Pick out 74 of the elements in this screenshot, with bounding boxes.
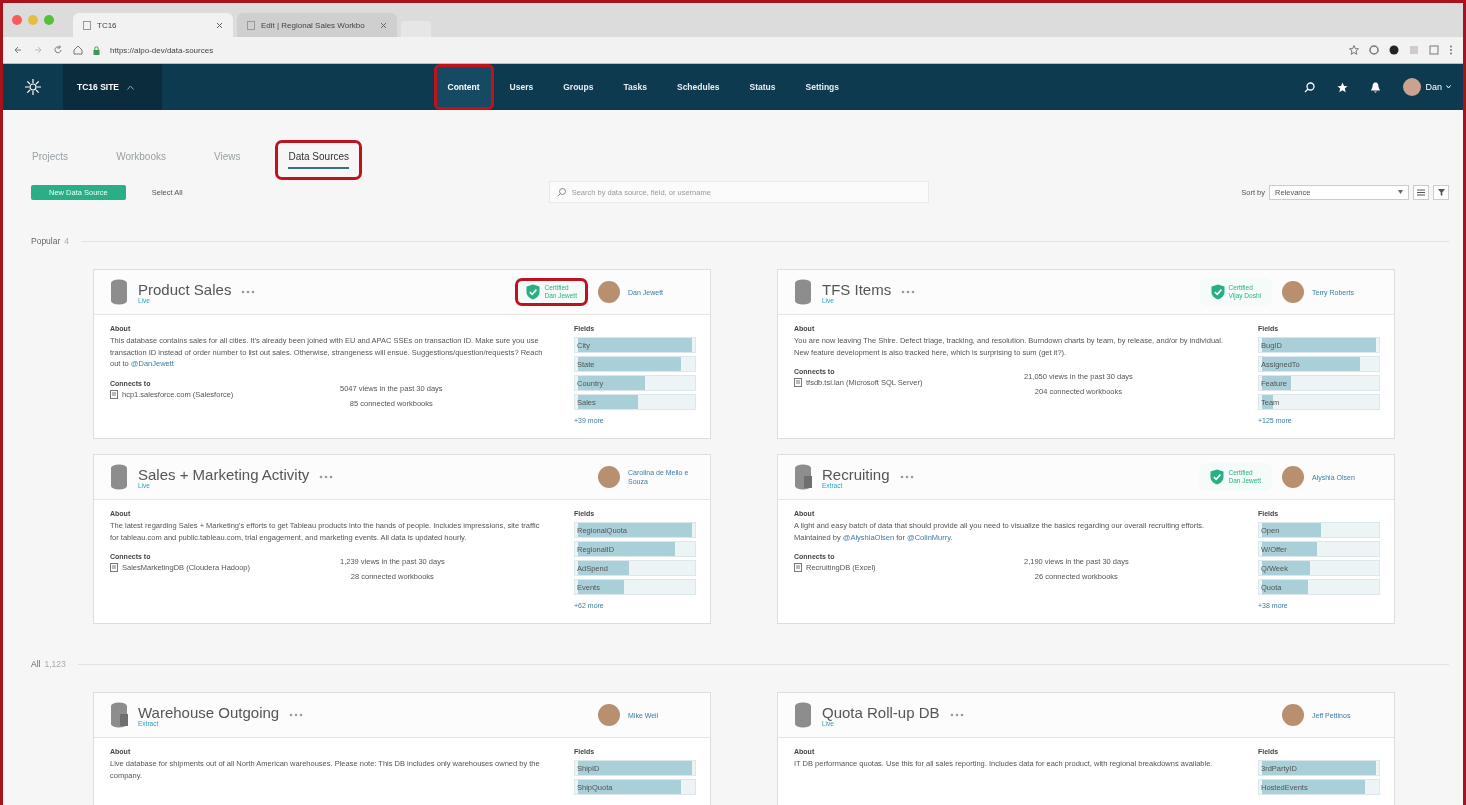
avatar-placeholder <box>1282 704 1304 726</box>
shield-check-icon <box>526 284 541 300</box>
shield-check-icon <box>1210 469 1225 485</box>
file-icon <box>110 563 118 572</box>
menu-icon[interactable] <box>1449 45 1453 55</box>
filter-icon <box>1437 188 1445 196</box>
section-count: 1,123 <box>44 659 66 669</box>
database-extract-icon <box>794 464 812 490</box>
avatar-placeholder <box>1403 78 1422 96</box>
data-source-name[interactable]: Product Sales <box>138 280 232 298</box>
nav-tab[interactable]: Schedules <box>662 64 734 110</box>
nav-tab[interactable]: Status <box>735 64 790 110</box>
file-icon <box>794 378 802 387</box>
more-options-icon[interactable] <box>289 713 304 717</box>
more-options-icon[interactable] <box>241 290 256 294</box>
list-icon <box>1417 188 1425 196</box>
more-options-icon[interactable] <box>899 475 914 479</box>
database-icon <box>794 702 812 728</box>
database-icon <box>110 279 128 305</box>
caret-icon <box>127 84 135 90</box>
browser-tab[interactable]: Edit | Regional Sales Workbo <box>237 13 397 37</box>
window-controls-icon[interactable] <box>11 14 55 26</box>
page-icon <box>83 20 91 30</box>
database-icon <box>110 464 128 490</box>
nav-tab[interactable]: Settings <box>791 64 853 110</box>
avatar-placeholder <box>1282 466 1304 488</box>
user-menu[interactable]: Dan <box>1403 78 1451 96</box>
star-icon[interactable] <box>1349 45 1359 55</box>
data-source-name[interactable]: TFS Items <box>822 280 892 298</box>
file-icon <box>110 389 118 399</box>
bell-icon[interactable] <box>1370 81 1382 93</box>
section-title: All <box>31 659 41 669</box>
avatar-placeholder <box>598 466 620 488</box>
data-source-name[interactable]: Recruiting <box>822 465 890 483</box>
reload-icon[interactable] <box>53 45 63 55</box>
nav-tab[interactable]: Users <box>495 64 548 110</box>
nav-tab[interactable]: Tasks <box>609 64 661 110</box>
browser-tab[interactable]: TC16 <box>73 13 233 37</box>
file-icon <box>794 563 802 572</box>
more-options-icon[interactable] <box>949 713 964 717</box>
avatar-placeholder <box>598 281 620 303</box>
more-options-icon[interactable] <box>319 475 334 479</box>
shield-check-icon <box>1210 284 1225 300</box>
section-tab[interactable]: Data Sources <box>275 140 363 180</box>
back-icon[interactable] <box>13 45 23 55</box>
search-icon <box>556 188 566 197</box>
search-icon[interactable] <box>1304 81 1316 93</box>
database-extract-icon <box>110 702 128 728</box>
more-options-icon[interactable] <box>901 290 916 294</box>
nav-tab[interactable]: Groups <box>549 64 608 110</box>
site-switcher[interactable]: TC16 SITE <box>63 64 163 110</box>
database-icon <box>794 279 812 305</box>
section-tab[interactable]: Workbooks <box>103 140 179 180</box>
section-tab[interactable]: Projects <box>19 140 82 180</box>
data-source-name[interactable]: Warehouse Outgoing <box>138 703 280 721</box>
caret-icon <box>1398 190 1403 194</box>
data-source-name[interactable]: Quota Roll-up DB <box>822 703 940 721</box>
close-icon[interactable] <box>216 21 223 29</box>
section-title: Popular <box>31 236 61 246</box>
avatar-placeholder <box>1282 281 1304 303</box>
nav-tab[interactable]: Content <box>433 64 494 110</box>
star-icon[interactable] <box>1337 81 1349 93</box>
avatar-placeholder <box>598 704 620 726</box>
page-icon <box>247 20 255 30</box>
lock-icon <box>93 45 100 55</box>
logo-icon[interactable] <box>24 78 42 96</box>
user-name: Dan <box>1425 82 1442 92</box>
data-source-name[interactable]: Sales + Marketing Activity <box>138 465 310 483</box>
close-icon[interactable] <box>380 21 387 29</box>
section-tab[interactable]: Views <box>200 140 254 180</box>
caret-icon <box>1446 85 1451 89</box>
home-icon[interactable] <box>73 45 83 55</box>
filter-button[interactable] <box>1433 184 1449 200</box>
section-count: 4 <box>64 236 70 246</box>
